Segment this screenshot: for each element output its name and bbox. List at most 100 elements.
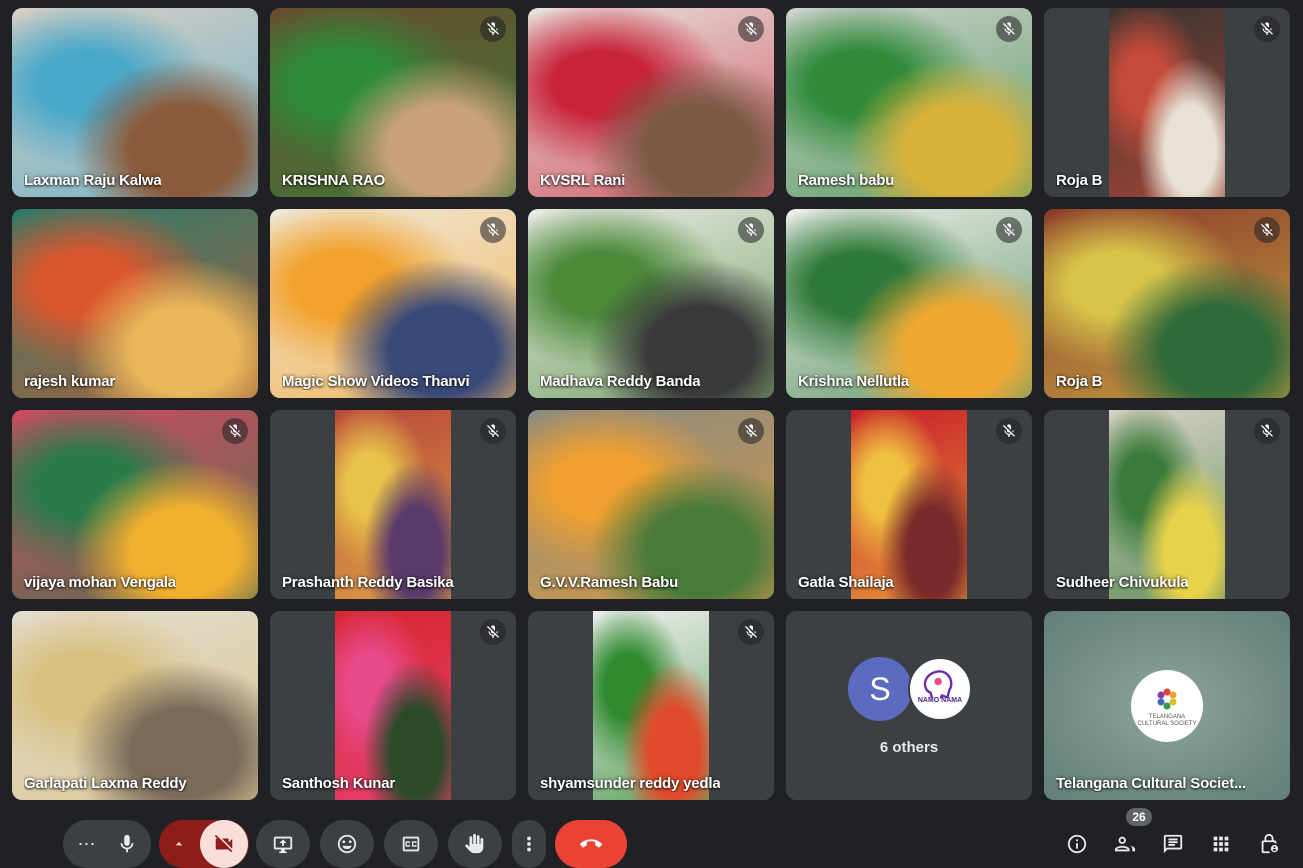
video-feed (786, 209, 1032, 398)
logo-text: NAMO NAMA (917, 697, 963, 704)
video-feed (335, 611, 451, 800)
chat-icon (1163, 834, 1183, 854)
more-vertical-icon (527, 836, 531, 852)
video-feed (270, 209, 516, 398)
participant-tile[interactable]: Roja B (1044, 209, 1290, 398)
raise-hand-button[interactable] (448, 820, 502, 868)
more-options-button[interactable] (512, 820, 546, 868)
emoji-icon (337, 834, 357, 854)
participant-tile[interactable]: Madhava Reddy Banda (528, 209, 774, 398)
video-feed (12, 8, 258, 197)
participant-name: rajesh kumar (24, 373, 115, 390)
mic-off-icon (745, 223, 757, 236)
participant-name: Roja B (1056, 373, 1103, 390)
camera-toggle-button[interactable] (200, 820, 248, 868)
activities-button[interactable] (1201, 824, 1241, 864)
participant-tile[interactable]: Sudheer Chivukula (1044, 410, 1290, 599)
video-feed (786, 8, 1032, 197)
participant-name: Prashanth Reddy Basika (282, 574, 454, 591)
participant-tile[interactable]: Prashanth Reddy Basika (270, 410, 516, 599)
participant-tile[interactable]: Garlapati Laxma Reddy (12, 611, 258, 800)
muted-indicator (480, 619, 506, 645)
telangana-cultural-society-logo: TELANGANA CULTURAL SOCIETY (1131, 669, 1203, 742)
video-feed (335, 410, 451, 599)
present-screen-button[interactable] (256, 820, 310, 868)
mic-off-icon (745, 625, 757, 638)
participant-name: Magic Show Videos Thanvi (282, 373, 470, 390)
end-call-icon (580, 839, 602, 848)
mic-off-icon (1003, 22, 1015, 35)
participant-name: Ramesh babu (798, 172, 895, 189)
muted-indicator (738, 16, 764, 42)
video-feed (12, 209, 258, 398)
mic-off-icon (487, 22, 499, 35)
participant-tile[interactable]: shyamsunder reddy yedla (528, 611, 774, 800)
mic-off-icon (487, 424, 499, 437)
mic-off-icon (1261, 424, 1273, 437)
participant-name: Laxman Raju Kalwa (24, 172, 162, 189)
participant-tile[interactable]: Magic Show Videos Thanvi (270, 209, 516, 398)
participant-tile[interactable]: Laxman Raju Kalwa (12, 8, 258, 197)
participant-name: vijaya mohan Vengala (24, 574, 176, 591)
meeting-details-button[interactable] (1057, 824, 1097, 864)
video-feed (270, 8, 516, 197)
video-feed (12, 611, 258, 800)
participant-tile[interactable]: rajesh kumar (12, 209, 258, 398)
participant-name: shyamsunder reddy yedla (540, 775, 721, 792)
muted-indicator (996, 16, 1022, 42)
mic-off-icon (1261, 223, 1273, 236)
video-feed (851, 410, 967, 599)
mic-off-icon (487, 223, 499, 236)
participant-grid: Laxman Raju Kalwa KRISHNA RAO KVSRL Rani Ra… (12, 8, 1290, 800)
participant-name: Roja B (1056, 172, 1103, 189)
video-feed (1109, 8, 1225, 197)
people-button[interactable] (1105, 824, 1145, 864)
participant-tile[interactable]: Gatla Shailaja (786, 410, 1032, 599)
participant-tile[interactable]: vijaya mohan Vengala (12, 410, 258, 599)
participant-tile[interactable]: Santhosh Kunar (270, 611, 516, 800)
mic-off-icon (745, 424, 757, 437)
chat-button[interactable] (1153, 824, 1193, 864)
chevron-up-icon (175, 842, 183, 846)
participant-tile[interactable]: KRISHNA RAO (270, 8, 516, 197)
participant-name: Madhava Reddy Banda (540, 373, 701, 390)
present-screen-icon (273, 836, 293, 854)
participant-tile[interactable]: G.V.V.Ramesh Babu (528, 410, 774, 599)
muted-indicator (480, 217, 506, 243)
participant-name: KRISHNA RAO (282, 172, 386, 189)
mic-off-icon (1261, 22, 1273, 35)
muted-indicator (480, 418, 506, 444)
participant-tile[interactable]: Ramesh babu (786, 8, 1032, 197)
more-dots-label[interactable]: ⋯ (78, 834, 97, 855)
avatar: S (848, 657, 912, 721)
others-count-label: 6 others (879, 739, 939, 756)
video-feed (528, 410, 774, 599)
leave-call-button[interactable] (555, 820, 627, 868)
participant-name: Santhosh Kunar (282, 775, 396, 792)
microphone-button[interactable] (103, 820, 151, 868)
namo-nama-logo-icon (917, 670, 963, 708)
reactions-button[interactable] (320, 820, 374, 868)
participant-tile[interactable]: Roja B (1044, 8, 1290, 197)
video-feed (12, 410, 258, 599)
captions-button[interactable] (384, 820, 438, 868)
logo-line: CULTURAL SOCIETY (1137, 720, 1197, 727)
video-feed (1109, 410, 1225, 599)
closed-captions-icon (402, 836, 420, 852)
muted-indicator (996, 418, 1022, 444)
participant-name: KVSRL Rani (540, 172, 626, 189)
people-icon (1114, 836, 1136, 852)
mic-off-icon (1003, 223, 1015, 236)
mic-off-icon (745, 22, 757, 35)
muted-indicator (738, 217, 764, 243)
mic-off-icon (229, 424, 241, 437)
host-controls-button[interactable] (1249, 824, 1289, 864)
presenter-tile[interactable]: TELANGANA CULTURAL SOCIETY Telangana Cultu… (1044, 611, 1290, 800)
raise-hand-icon (465, 833, 484, 854)
participant-tile[interactable]: KVSRL Rani (528, 8, 774, 197)
participant-name: Sudheer Chivukula (1056, 574, 1189, 591)
participant-name: Krishna Nellutla (798, 373, 909, 390)
others-tile[interactable]: S NAMO NAMA 6 others (786, 611, 1032, 800)
participant-tile[interactable]: Krishna Nellutla (786, 209, 1032, 398)
camera-off-icon (214, 834, 233, 853)
